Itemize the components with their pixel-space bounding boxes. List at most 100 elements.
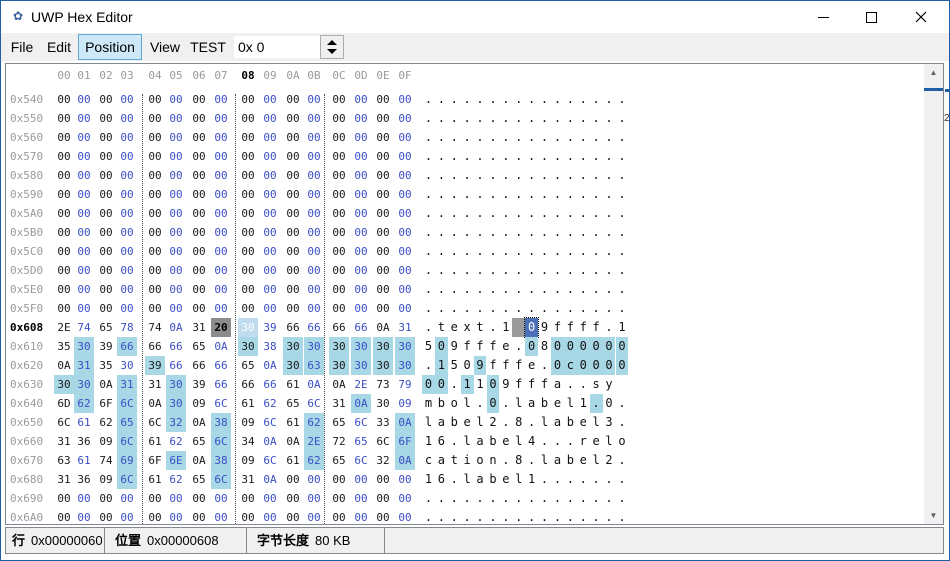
hex-byte[interactable]: 61 [238,394,258,413]
ascii-char[interactable]: y [603,375,616,394]
ascii-char[interactable]: . [474,185,487,204]
ascii-char[interactable]: . [461,166,474,185]
menu-view[interactable]: View [146,34,184,60]
ascii-char[interactable]: 1 [460,375,474,394]
ascii-char[interactable]: 0 [551,337,564,356]
ascii-char[interactable]: . [525,489,538,508]
hex-byte[interactable]: 2E [351,375,371,394]
hex-byte[interactable]: 00 [166,508,186,524]
ascii-char[interactable]: . [538,128,551,147]
ascii-char[interactable]: f [551,318,564,337]
hex-byte[interactable]: 00 [260,204,280,223]
ascii-char[interactable]: . [512,147,525,166]
ascii-char[interactable]: . [538,280,551,299]
hex-byte[interactable]: 00 [329,508,349,524]
ascii-char[interactable]: . [461,223,474,242]
hex-grid[interactable]: 00 01 02 03 04 05 06 07 08 09 0A 0B 0C 0D 0E 0F 0x540 00 0… [6,64,922,524]
ascii-char[interactable]: . [422,166,435,185]
ascii-char[interactable]: . [551,508,564,524]
ascii-char[interactable]: . [512,261,525,280]
hex-byte[interactable]: 30 [304,337,324,356]
ascii-char[interactable]: 5 [448,356,461,375]
hex-byte[interactable]: 00 [329,185,349,204]
ascii-char[interactable]: f [564,318,577,337]
ascii-char[interactable]: . [603,489,616,508]
ascii-char[interactable]: l [538,451,551,470]
hex-byte[interactable]: 61 [74,451,94,470]
ascii-char[interactable]: 0 [434,337,448,356]
hex-byte[interactable]: 00 [351,280,371,299]
row-address[interactable]: 0x650 [10,413,43,432]
hex-byte[interactable]: 30 [238,337,258,356]
hex-byte[interactable]: 00 [395,242,415,261]
hex-byte[interactable]: 30 [74,375,94,394]
hex-byte[interactable]: 00 [189,261,209,280]
hex-byte[interactable]: 00 [351,261,371,280]
hex-byte[interactable]: 00 [351,185,371,204]
hex-byte[interactable]: 00 [189,90,209,109]
row-address[interactable]: 0x680 [10,470,43,489]
hex-byte[interactable]: 00 [74,185,94,204]
hex-byte[interactable]: 00 [189,489,209,508]
hex-byte[interactable]: 00 [211,147,231,166]
hex-byte[interactable]: 31 [145,375,165,394]
ascii-char[interactable]: . [435,489,448,508]
hex-byte[interactable]: 00 [395,299,415,318]
ascii-char[interactable]: 0 [525,337,539,356]
ascii-char[interactable]: o [448,394,461,413]
hex-byte[interactable]: 00 [238,261,258,280]
hex-byte[interactable]: 78 [117,318,137,337]
row-address[interactable]: 0x660 [10,432,43,451]
hex-byte[interactable]: 00 [96,147,116,166]
hex-byte[interactable]: 00 [304,166,324,185]
ascii-char[interactable]: . [487,90,500,109]
hex-byte[interactable]: 00 [189,147,209,166]
hex-byte[interactable]: 00 [283,470,303,489]
hex-byte[interactable]: 00 [166,261,186,280]
hex-byte[interactable]: 00 [117,128,137,147]
hex-byte[interactable]: 6C [211,394,231,413]
ascii-char[interactable]: . [461,109,474,128]
hex-byte[interactable]: 0A [373,318,393,337]
hex-byte[interactable]: 63 [54,451,74,470]
ascii-char[interactable]: . [487,280,500,299]
ascii-char[interactable]: 9 [448,337,461,356]
ascii-char[interactable]: e [551,394,564,413]
hex-byte[interactable]: 00 [373,185,393,204]
ascii-char[interactable]: . [474,299,487,318]
ascii-char[interactable]: . [616,128,629,147]
ascii-char[interactable]: . [603,147,616,166]
hex-byte[interactable]: 09 [238,451,258,470]
hex-byte[interactable]: 66 [260,375,280,394]
hex-byte[interactable]: 09 [96,470,116,489]
ascii-char[interactable]: . [422,261,435,280]
hex-byte[interactable]: 65 [189,337,209,356]
ascii-char[interactable]: . [616,413,629,432]
ascii-char[interactable]: . [422,109,435,128]
ascii-char[interactable]: . [435,128,448,147]
maximize-button[interactable] [847,1,895,33]
hex-byte[interactable]: 00 [117,489,137,508]
ascii-char[interactable]: . [551,470,564,489]
ascii-char[interactable]: a [435,413,448,432]
hex-byte[interactable]: 31 [54,470,74,489]
ascii-char[interactable]: . [538,185,551,204]
hex-byte[interactable]: 61 [145,470,165,489]
ascii-char[interactable]: f [590,318,603,337]
row-address[interactable]: 0x630 [10,375,43,394]
hex-byte[interactable]: 00 [54,299,74,318]
ascii-char[interactable]: . [525,166,538,185]
hex-byte[interactable]: 00 [54,90,74,109]
ascii-char[interactable]: . [590,470,603,489]
ascii-char[interactable]: l [461,394,474,413]
hex-byte[interactable]: 00 [395,223,415,242]
hex-byte[interactable]: 00 [373,128,393,147]
ascii-char[interactable]: . [616,109,629,128]
hex-byte[interactable]: 00 [211,128,231,147]
hex-byte[interactable]: 00 [211,166,231,185]
hex-byte[interactable]: 66 [117,337,137,356]
hex-byte[interactable]: 00 [283,128,303,147]
hex-byte[interactable]: 00 [96,166,116,185]
hex-byte[interactable]: 00 [145,280,165,299]
ascii-char[interactable]: l [512,470,525,489]
